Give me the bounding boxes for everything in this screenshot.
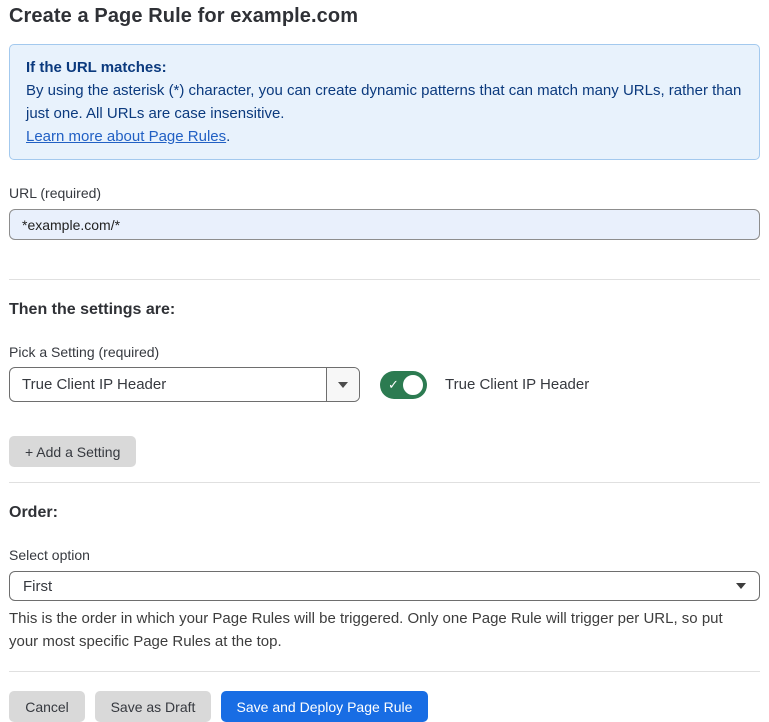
cancel-button[interactable]: Cancel	[9, 691, 85, 722]
order-section-heading: Order:	[9, 504, 760, 522]
order-select[interactable]: First	[9, 571, 760, 601]
page-rule-form: Create a Page Rule for example.com If th…	[0, 5, 769, 722]
url-match-info-box: If the URL matches: By using the asteris…	[9, 44, 760, 160]
order-select-label: Select option	[9, 547, 760, 563]
settings-section-heading: Then the settings are:	[9, 301, 760, 319]
url-field-label: URL (required)	[9, 185, 760, 201]
page-title: Create a Page Rule for example.com	[9, 5, 760, 28]
chevron-down-icon	[736, 583, 746, 589]
true-client-ip-toggle[interactable]: ✓	[380, 371, 427, 399]
chevron-down-icon	[338, 382, 348, 388]
setting-select-arrow-button[interactable]	[326, 368, 359, 401]
link-period: .	[226, 128, 230, 145]
setting-select-value: True Client IP Header	[10, 368, 326, 401]
toggle-knob	[401, 373, 425, 397]
order-help-text: This is the order in which your Page Rul…	[9, 607, 754, 653]
divider	[9, 482, 760, 483]
footer-buttons: Cancel Save as Draft Save and Deploy Pag…	[9, 691, 760, 722]
save-as-draft-button[interactable]: Save as Draft	[95, 691, 211, 722]
learn-more-link[interactable]: Learn more about Page Rules	[26, 128, 226, 145]
info-box-link-line: Learn more about Page Rules.	[26, 125, 743, 148]
check-icon: ✓	[388, 377, 399, 393]
add-setting-button[interactable]: + Add a Setting	[9, 436, 136, 467]
url-input[interactable]	[9, 209, 760, 240]
info-box-body: By using the asterisk (*) character, you…	[26, 79, 743, 125]
order-select-value: First	[23, 578, 52, 595]
save-and-deploy-button[interactable]: Save and Deploy Page Rule	[221, 691, 428, 722]
setting-picker-label: Pick a Setting (required)	[9, 344, 760, 360]
divider	[9, 279, 760, 280]
info-box-heading: If the URL matches:	[26, 56, 743, 79]
toggle-label: True Client IP Header	[445, 376, 589, 393]
setting-select[interactable]: True Client IP Header	[9, 367, 360, 402]
setting-row: True Client IP Header ✓ True Client IP H…	[9, 367, 760, 402]
divider	[9, 671, 760, 672]
